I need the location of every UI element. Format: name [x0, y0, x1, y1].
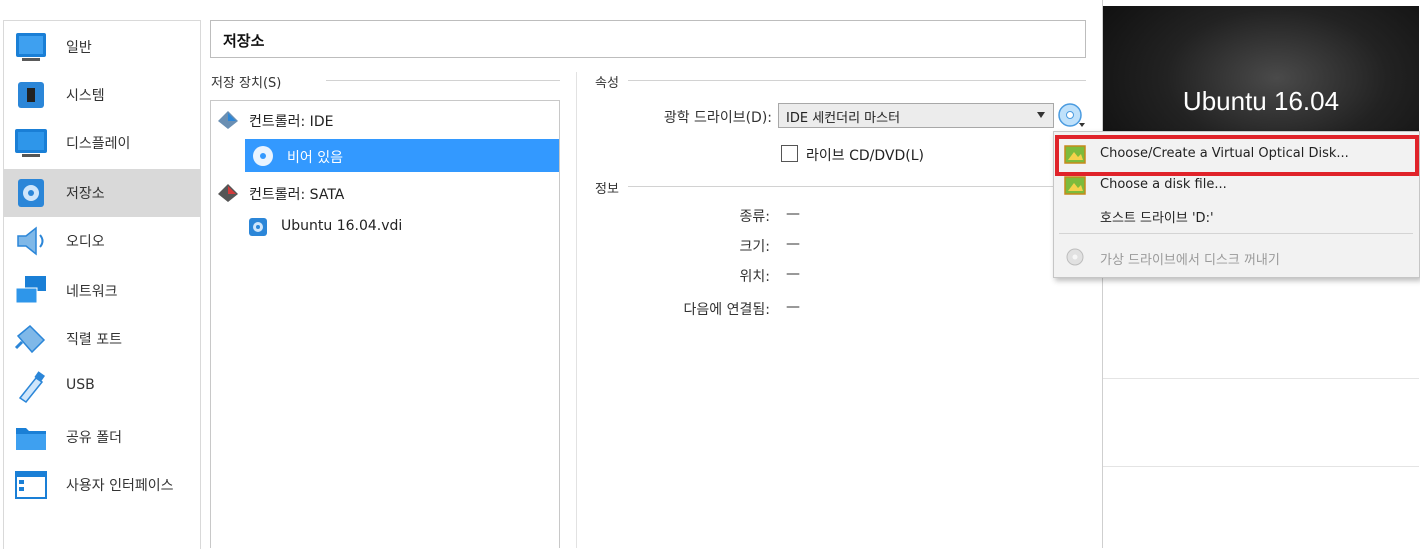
- optical-disk-icon: [253, 146, 273, 166]
- system-icon: [18, 82, 44, 108]
- sidebar-item-label: USB: [66, 377, 95, 393]
- tree-item-label: 컨트롤러: SATA: [249, 187, 345, 203]
- sidebar-item-user-interface[interactable]: 사용자 인터페이스: [4, 461, 200, 509]
- menu-item-label: 가상 드라이브에서 디스크 꺼내기: [1100, 253, 1280, 268]
- tree-item-label: 컨트롤러: IDE: [249, 114, 334, 130]
- info-location-value: —: [786, 266, 800, 282]
- info-type-label: 종류:: [739, 209, 770, 225]
- preview-divider: [1103, 378, 1419, 379]
- info-size-value: —: [786, 236, 800, 252]
- tree-item-empty-optical[interactable]: 비어 있음: [245, 139, 559, 172]
- menu-item-label: 호스트 드라이브 'D:': [1100, 211, 1214, 226]
- user-interface-icon: [15, 471, 47, 499]
- sidebar-item-usb[interactable]: USB: [4, 363, 200, 411]
- menu-item-label: Choose a disk file...: [1100, 177, 1227, 192]
- sidebar-item-label: 네트워크: [66, 284, 118, 300]
- menu-item-host-drive[interactable]: 호스트 드라이브 'D:': [1054, 200, 1419, 230]
- info-attached-to-label: 다음에 연결됨:: [683, 302, 770, 318]
- storage-devices-header: 저장 장치(S): [211, 76, 282, 91]
- pane-divider[interactable]: [576, 72, 577, 548]
- attributes-header: 속성: [595, 76, 619, 91]
- info-header: 정보: [595, 182, 619, 197]
- sidebar-item-label: 사용자 인터페이스: [66, 478, 174, 494]
- choose-disk-button[interactable]: [1056, 101, 1088, 131]
- serial-port-icon: [14, 324, 46, 354]
- sidebar-item-label: 직렬 포트: [66, 332, 122, 348]
- info-type-value: —: [786, 206, 800, 222]
- sidebar-item-storage[interactable]: 저장소: [4, 169, 200, 217]
- usb-icon: [18, 371, 45, 404]
- menu-separator: [1059, 233, 1413, 234]
- attributes-rule: [628, 80, 1086, 81]
- settings-category-list: 일반 시스템 디스플레이 저장소 오디오 네트워크 직렬 포트 USB 공유 폴…: [3, 20, 201, 549]
- chevron-down-icon: [1037, 112, 1045, 118]
- page-title-box: 저장소: [210, 20, 1086, 58]
- live-cd-label[interactable]: 라이브 CD/DVD(L): [806, 145, 924, 165]
- disk-file-icon: [1064, 176, 1086, 195]
- sidebar-item-label: 시스템: [66, 88, 105, 104]
- sidebar-item-label: 공유 폴더: [66, 430, 122, 446]
- tree-item-ide-controller[interactable]: 컨트롤러: IDE: [211, 106, 559, 134]
- general-icon: [16, 33, 46, 61]
- info-attached-to-value: —: [786, 299, 800, 315]
- sidebar-item-general[interactable]: 일반: [4, 23, 200, 71]
- tree-item-label: Ubuntu 16.04.vdi: [281, 218, 403, 234]
- eject-disk-icon: [1066, 248, 1084, 266]
- sata-controller-icon: [218, 184, 238, 202]
- vm-preview-label: Ubuntu 16.04: [1182, 86, 1340, 116]
- info-size-label: 크기:: [739, 239, 770, 255]
- menu-item-eject-disk: 가상 드라이브에서 디스크 꺼내기: [1054, 242, 1419, 272]
- sidebar-item-label: 디스플레이: [66, 136, 131, 152]
- optical-drive-label: 광학 드라이브(D):: [663, 110, 772, 126]
- info-location-label: 위치:: [739, 269, 770, 285]
- storage-icon: [18, 179, 44, 207]
- hard-disk-icon: [249, 218, 267, 236]
- tree-item-sata-controller[interactable]: 컨트롤러: SATA: [211, 179, 559, 207]
- page-title: 저장소: [223, 32, 265, 50]
- network-icon: [15, 276, 46, 304]
- tree-item-ubuntu-vdi[interactable]: Ubuntu 16.04.vdi: [245, 213, 559, 241]
- sidebar-item-display[interactable]: 디스플레이: [4, 119, 200, 167]
- sidebar-item-serial-port[interactable]: 직렬 포트: [4, 315, 200, 363]
- highlight-annotation: [1055, 135, 1419, 176]
- ide-controller-icon: [218, 111, 238, 129]
- optical-drive-select[interactable]: IDE 세컨더리 마스터: [778, 103, 1054, 128]
- display-icon: [15, 129, 47, 157]
- sidebar-item-label: 저장소: [66, 186, 105, 202]
- sidebar-item-network[interactable]: 네트워크: [4, 267, 200, 315]
- live-cd-checkbox[interactable]: [781, 145, 798, 162]
- sidebar-item-label: 오디오: [66, 234, 105, 250]
- info-rule: [628, 186, 1086, 187]
- tree-item-label: 비어 있음: [287, 150, 343, 166]
- sidebar-item-label: 일반: [66, 40, 92, 56]
- sidebar-item-audio[interactable]: 오디오: [4, 217, 200, 265]
- sidebar-item-shared-folder[interactable]: 공유 폴더: [4, 413, 200, 461]
- sidebar-item-system[interactable]: 시스템: [4, 71, 200, 119]
- storage-devices-rule: [326, 80, 560, 81]
- optical-drive-select-value: IDE 세컨더리 마스터: [786, 111, 901, 126]
- storage-tree[interactable]: 컨트롤러: IDE 비어 있음 컨트롤러: SATA Ubuntu 16.04.…: [210, 100, 560, 548]
- audio-icon: [17, 226, 44, 256]
- shared-folder-icon: [16, 428, 46, 450]
- preview-divider: [1103, 466, 1419, 467]
